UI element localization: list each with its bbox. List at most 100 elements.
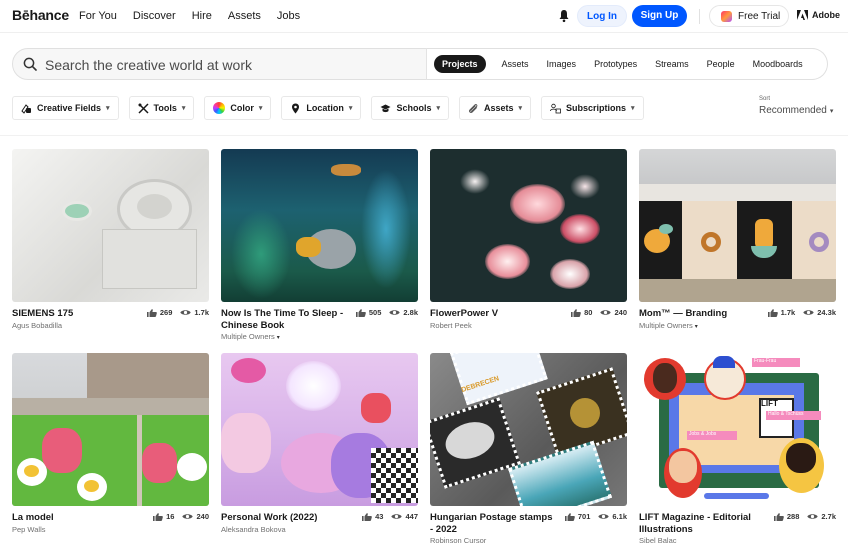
project-owner[interactable]: Agus Bobadilla <box>12 321 209 330</box>
tab-projects[interactable]: Projects <box>434 55 486 73</box>
tab-images[interactable]: Images <box>547 59 577 69</box>
project-thumbnail[interactable] <box>12 353 209 506</box>
project-card[interactable]: La model Pep Walls 16 240 <box>12 353 209 552</box>
chevron-down-icon: ▾ <box>631 105 635 112</box>
filter-location[interactable]: Location ▾ <box>281 96 362 120</box>
adobe-link[interactable]: Adobe <box>797 10 840 20</box>
appreciations: 80 <box>571 308 592 317</box>
project-meta: Now Is The Time To Sleep - Chinese Book … <box>221 308 418 348</box>
project-title[interactable]: SIEMENS 175 <box>12 308 140 320</box>
nav-assets[interactable]: Assets <box>228 10 261 22</box>
divider <box>699 9 700 24</box>
tab-assets[interactable]: Assets <box>502 59 529 69</box>
project-thumbnail[interactable] <box>221 149 418 302</box>
chevron-down-icon: ▾ <box>258 105 263 112</box>
views: 240 <box>182 512 209 521</box>
project-thumbnail[interactable] <box>430 149 627 302</box>
views-count: 24.3k <box>817 308 836 317</box>
project-card[interactable]: Now Is The Time To Sleep - Chinese Book … <box>221 149 418 348</box>
main-nav: For You Discover Hire Assets Jobs <box>79 10 316 22</box>
nav-discover[interactable]: Discover <box>133 10 176 22</box>
filter-creative-fields[interactable]: Creative Fields ▾ <box>12 96 119 120</box>
views-count: 1.7k <box>194 308 209 317</box>
project-card[interactable]: LIFT Frau-Frau Hallo & Tschüss Jobs & Jo… <box>639 353 836 552</box>
filter-label: Schools <box>396 103 432 113</box>
project-owner[interactable]: Sibel Balac <box>639 536 836 545</box>
project-meta: Mom™ — Branding Multiple Owners ▾ 1.7k 24… <box>639 308 836 348</box>
thumbs-up-icon <box>355 308 366 317</box>
login-button[interactable]: Log In <box>577 5 627 27</box>
project-meta: Personal Work (2022) Aleksandra Bokova 4… <box>221 512 418 552</box>
project-card[interactable]: Mom™ — Branding Multiple Owners ▾ 1.7k 24… <box>639 149 836 348</box>
views: 240 <box>600 308 627 317</box>
views: 24.3k <box>803 308 836 317</box>
signup-button[interactable]: Sign Up <box>632 5 687 27</box>
tab-moodboards[interactable]: Moodboards <box>753 59 803 69</box>
eye-icon <box>807 514 819 519</box>
views: 447 <box>391 512 418 521</box>
free-trial-label: Free Trial <box>738 11 781 22</box>
project-owner[interactable]: Robinson Cursor <box>430 536 627 545</box>
thumbs-up-icon <box>564 512 575 521</box>
views: 2.7k <box>807 512 836 521</box>
tab-prototypes[interactable]: Prototypes <box>594 59 637 69</box>
project-owner[interactable]: Robert Peek <box>430 321 627 330</box>
bell-icon[interactable] <box>558 9 570 23</box>
nav-hire[interactable]: Hire <box>192 10 212 22</box>
project-title[interactable]: La model <box>12 512 140 524</box>
color-wheel-icon <box>213 102 226 114</box>
adobe-label: Adobe <box>812 10 840 20</box>
tab-people[interactable]: People <box>707 59 735 69</box>
filter-schools[interactable]: Schools ▾ <box>371 96 449 120</box>
eye-icon <box>600 310 612 315</box>
project-title[interactable]: Mom™ — Branding <box>639 308 767 320</box>
free-trial-button[interactable]: Free Trial <box>709 5 789 27</box>
chevron-down-icon: ▾ <box>518 105 523 112</box>
project-title[interactable]: LIFT Magazine - Editorial Illustrations <box>639 512 767 535</box>
project-thumbnail[interactable] <box>12 149 209 302</box>
project-thumbnail[interactable] <box>639 149 836 302</box>
likes-count: 43 <box>375 512 384 521</box>
project-thumbnail[interactable]: DEBRECEN <box>430 353 627 506</box>
sort-dropdown[interactable]: Sort Recommended ▾ <box>759 96 833 116</box>
nav-jobs[interactable]: Jobs <box>277 10 300 22</box>
sort-value-text: Recommended <box>759 105 827 116</box>
nav-for-you[interactable]: For You <box>79 10 117 22</box>
project-card[interactable]: DEBRECEN Hungarian Postage stamps - 2022… <box>430 353 627 552</box>
thumbs-up-icon <box>767 308 778 317</box>
project-title[interactable]: Hungarian Postage stamps - 2022 <box>430 512 558 535</box>
project-title[interactable]: Personal Work (2022) <box>221 512 349 524</box>
thumbs-up-icon <box>153 512 163 521</box>
project-title[interactable]: Now Is The Time To Sleep - Chinese Book <box>221 308 349 331</box>
search-type-tabs: Projects Assets Images Prototypes Stream… <box>426 48 828 80</box>
project-owner[interactable]: Multiple Owners ▾ <box>639 321 836 330</box>
project-stats: 288 2.7k <box>773 512 836 521</box>
tab-streams[interactable]: Streams <box>655 59 689 69</box>
project-card[interactable]: Personal Work (2022) Aleksandra Bokova 4… <box>221 353 418 552</box>
project-stats: 80 240 <box>571 308 627 317</box>
project-meta: Hungarian Postage stamps - 2022 Robinson… <box>430 512 627 552</box>
project-owner[interactable]: Multiple Owners ▾ <box>221 332 418 341</box>
project-card[interactable]: SIEMENS 175 Agus Bobadilla 269 1.7k <box>12 149 209 348</box>
tools-icon <box>138 102 149 114</box>
owner-name: Sibel Balac <box>639 536 677 545</box>
filter-subscriptions[interactable]: Subscriptions ▾ <box>541 96 644 120</box>
likes-count: 80 <box>584 308 593 317</box>
eye-icon <box>598 514 610 519</box>
search-input[interactable]: Search the creative world at work <box>45 57 252 73</box>
appreciations: 269 <box>146 308 172 317</box>
filter-tools[interactable]: Tools ▾ <box>128 96 195 120</box>
project-thumbnail[interactable] <box>221 353 418 506</box>
project-owner[interactable]: Pep Walls <box>12 525 209 534</box>
filter-assets[interactable]: Assets ▾ <box>458 96 532 120</box>
owner-name: Aleksandra Bokova <box>221 524 286 534</box>
project-meta: SIEMENS 175 Agus Bobadilla 269 1.7k <box>12 308 209 348</box>
filter-color[interactable]: Color ▾ <box>204 96 272 120</box>
behance-logo[interactable]: Bēhance <box>12 7 69 23</box>
sort-label: Sort <box>759 96 771 102</box>
appreciations: 288 <box>773 512 799 521</box>
project-title[interactable]: FlowerPower V <box>430 308 558 320</box>
project-card[interactable]: FlowerPower V Robert Peek 80 240 <box>430 149 627 348</box>
project-thumbnail[interactable]: LIFT Frau-Frau Hallo & Tschüss Jobs & Jo… <box>639 353 836 506</box>
project-owner[interactable]: Aleksandra Bokova <box>221 525 418 534</box>
